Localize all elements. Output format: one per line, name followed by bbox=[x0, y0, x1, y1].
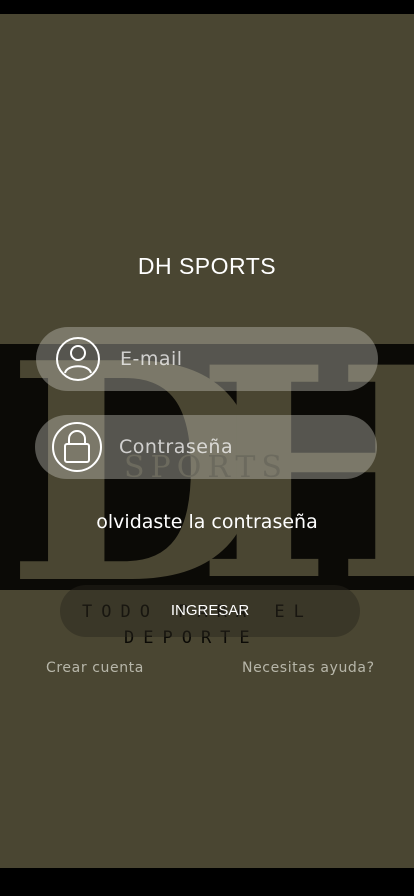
email-field[interactable] bbox=[36, 327, 378, 391]
user-icon bbox=[56, 337, 100, 381]
login-button[interactable]: INGRESAR bbox=[60, 585, 360, 637]
password-field[interactable] bbox=[35, 415, 377, 479]
create-account-link[interactable]: Crear cuenta bbox=[46, 660, 144, 676]
top-black-bar bbox=[0, 0, 414, 14]
bottom-black-bar bbox=[0, 868, 414, 896]
lock-icon bbox=[52, 422, 102, 472]
forgot-password-link[interactable]: olvidaste la contraseña bbox=[0, 511, 414, 533]
login-screen: D H SPORTS TODO PARA EL DEPORTE DH SPORT… bbox=[0, 0, 414, 896]
password-input[interactable] bbox=[119, 429, 359, 465]
email-input[interactable] bbox=[120, 341, 360, 377]
app-title: DH SPORTS bbox=[137, 253, 277, 279]
help-link[interactable]: Necesitas ayuda? bbox=[242, 660, 375, 676]
